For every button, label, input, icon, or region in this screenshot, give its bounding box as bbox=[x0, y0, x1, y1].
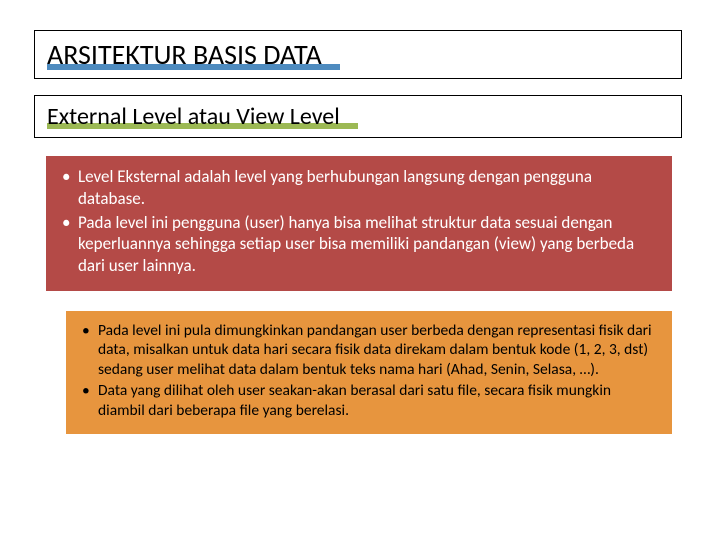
subtitle-container: External Level atau View Level bbox=[34, 95, 682, 138]
list-item: Data yang dilihat oleh user seakan-akan … bbox=[82, 381, 656, 420]
secondary-bullet-list: Pada level ini pula dimungkinkan pandang… bbox=[82, 321, 656, 421]
title-container: ARSITEKTUR BASIS DATA bbox=[34, 30, 682, 79]
list-item: Pada level ini pengguna (user) hanya bis… bbox=[62, 212, 656, 277]
list-item: Level Eksternal adalah level yang berhub… bbox=[62, 166, 656, 210]
slide-subtitle-text: External Level atau View Level bbox=[47, 102, 358, 131]
slide-title-text: ARSITEKTUR BASIS DATA bbox=[47, 37, 322, 72]
subtitle-wrap: External Level atau View Level bbox=[47, 102, 358, 131]
primary-content-box: Level Eksternal adalah level yang berhub… bbox=[46, 156, 672, 291]
title-wrap: ARSITEKTUR BASIS DATA bbox=[47, 37, 340, 72]
slide-title: ARSITEKTUR BASIS DATA bbox=[47, 37, 340, 72]
primary-bullet-list: Level Eksternal adalah level yang berhub… bbox=[62, 166, 656, 277]
secondary-content-box: Pada level ini pula dimungkinkan pandang… bbox=[66, 311, 672, 435]
slide: ARSITEKTUR BASIS DATA External Level ata… bbox=[0, 0, 720, 540]
list-item: Pada level ini pula dimungkinkan pandang… bbox=[82, 321, 656, 380]
